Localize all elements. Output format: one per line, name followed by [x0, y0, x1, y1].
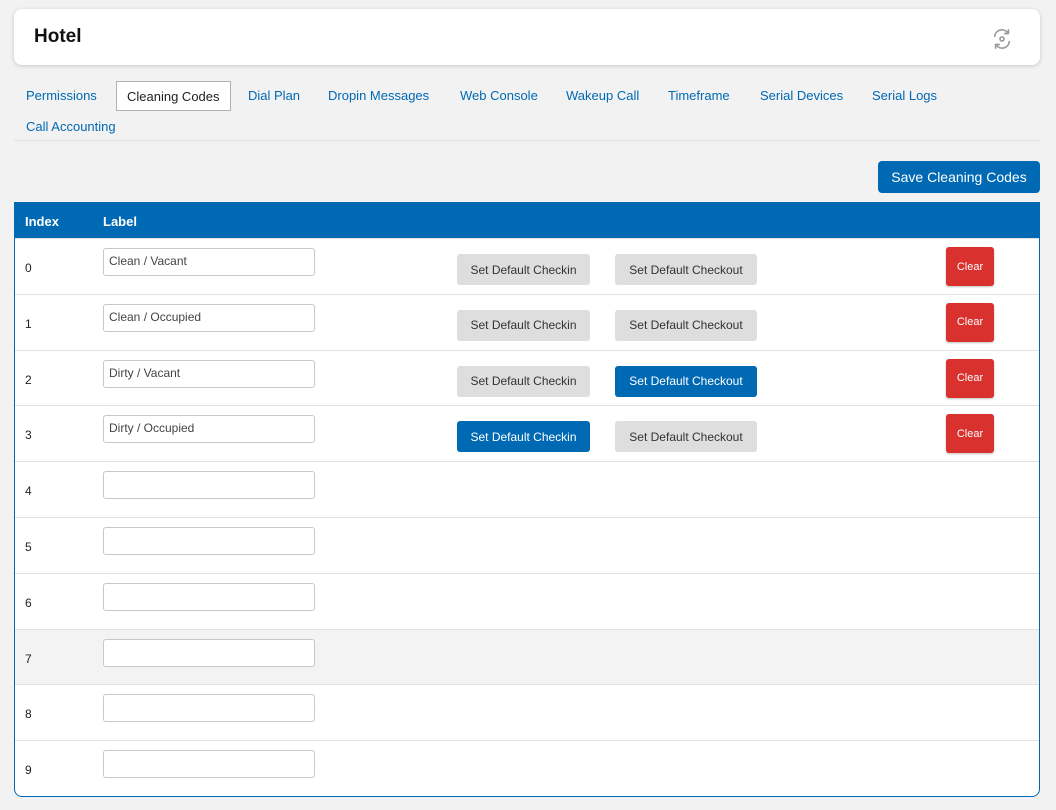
- tab-call-accounting[interactable]: Call Accounting: [26, 112, 116, 142]
- table-row: 7: [15, 628, 1039, 685]
- table-row: 9: [15, 740, 1039, 796]
- table-row: 1 Clean / Occupied Set Default Checkin S…: [15, 293, 1039, 350]
- row-index: 1: [25, 316, 32, 331]
- row-index: 0: [25, 261, 32, 275]
- row-index: 4: [25, 484, 32, 499]
- row-index: 9: [25, 763, 32, 778]
- set-default-checkin-button[interactable]: Set Default Checkin: [457, 309, 590, 341]
- table-header: Index Label: [15, 203, 1039, 238]
- set-default-checkout-button[interactable]: Set Default Checkout: [615, 365, 757, 397]
- set-default-checkout-button[interactable]: Set Default Checkout: [615, 254, 757, 285]
- table-row: 0 Clean / Vacant Set Default Checkin Set…: [15, 238, 1039, 294]
- save-cleaning-codes-button[interactable]: Save Cleaning Codes: [878, 161, 1040, 193]
- clear-button[interactable]: Clear: [946, 414, 994, 454]
- label-input[interactable]: Clean / Occupied: [103, 303, 315, 332]
- clear-button[interactable]: Clear: [946, 358, 994, 398]
- tab-permissions[interactable]: Permissions: [26, 81, 97, 111]
- table-row: 6: [15, 572, 1039, 629]
- table-row: 3 Dirty / Occupied Set Default Checkin S…: [15, 405, 1039, 461]
- tab-dial-plan[interactable]: Dial Plan: [248, 81, 300, 111]
- tab-serial-devices[interactable]: Serial Devices: [760, 81, 843, 111]
- tab-timeframe[interactable]: Timeframe: [668, 81, 730, 111]
- row-index: 5: [25, 539, 32, 554]
- row-index: 7: [25, 651, 32, 666]
- set-default-checkin-button[interactable]: Set Default Checkin: [457, 254, 590, 285]
- tab-dropin-messages[interactable]: Dropin Messages: [328, 81, 429, 111]
- refresh-icon[interactable]: [991, 28, 1013, 50]
- row-index: 6: [25, 595, 32, 610]
- cleaning-codes-table: Index Label 0 Clean / Vacant Set Default…: [14, 202, 1040, 797]
- label-input[interactable]: [103, 638, 315, 667]
- set-default-checkout-button[interactable]: Set Default Checkout: [615, 309, 757, 341]
- page-title: Hotel: [34, 26, 82, 47]
- label-input[interactable]: [103, 694, 315, 723]
- row-index: 8: [25, 707, 32, 722]
- label-input[interactable]: [103, 750, 315, 779]
- table-row: 8: [15, 684, 1039, 740]
- label-input[interactable]: Clean / Vacant: [103, 248, 315, 276]
- label-input[interactable]: Dirty / Occupied: [103, 415, 315, 444]
- table-row: 4: [15, 461, 1039, 517]
- clear-button[interactable]: Clear: [946, 302, 994, 342]
- table-row: 5: [15, 516, 1039, 573]
- clear-button[interactable]: Clear: [946, 247, 994, 286]
- row-index: 2: [25, 372, 32, 387]
- row-index: 3: [25, 428, 32, 443]
- label-column-header: Label: [103, 214, 137, 229]
- header-card: Hotel: [14, 9, 1040, 65]
- tab-cleaning-codes[interactable]: Cleaning Codes: [116, 81, 231, 111]
- label-input[interactable]: Dirty / Vacant: [103, 359, 315, 388]
- tabs-divider: [14, 140, 1040, 141]
- set-default-checkin-button[interactable]: Set Default Checkin: [457, 421, 590, 453]
- tab-wakeup-call[interactable]: Wakeup Call: [566, 81, 639, 111]
- label-input[interactable]: [103, 471, 315, 500]
- set-default-checkout-button[interactable]: Set Default Checkout: [615, 421, 757, 453]
- table-row: 2 Dirty / Vacant Set Default Checkin Set…: [15, 349, 1039, 406]
- label-input[interactable]: [103, 526, 315, 555]
- index-column-header: Index: [25, 214, 59, 229]
- set-default-checkin-button[interactable]: Set Default Checkin: [457, 365, 590, 397]
- tab-web-console[interactable]: Web Console: [460, 81, 538, 111]
- label-input[interactable]: [103, 582, 315, 611]
- tab-serial-logs[interactable]: Serial Logs: [872, 81, 937, 111]
